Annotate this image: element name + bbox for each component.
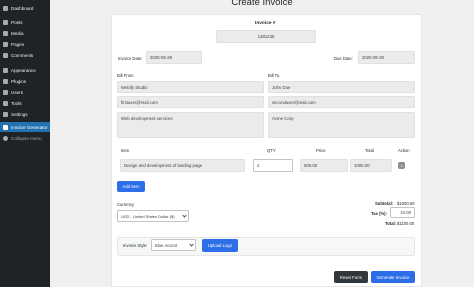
sidebar-item-label: Dashboard: [11, 5, 34, 11]
item-qty-field[interactable]: 2: [253, 159, 293, 172]
table-header-action: Action: [398, 148, 410, 153]
invoice-number-label: Invoice #: [255, 21, 276, 26]
item-total-field: 1000.00: [350, 159, 392, 172]
invoice-date-label: Invoice Date:: [118, 56, 143, 61]
sidebar-item-dashboard[interactable]: Dashboard: [0, 3, 50, 13]
page-icon: [3, 41, 8, 47]
collapse-arrow-icon: [3, 135, 8, 141]
currency-label: Currency: [117, 202, 134, 207]
delete-item-button[interactable]: ×: [398, 162, 405, 169]
bill-from-name-field[interactable]: Webify Studio: [117, 81, 264, 93]
table-header-qty: QTY: [267, 148, 276, 153]
bill-to-details-field[interactable]: Acme Corp: [268, 112, 415, 138]
table-header-price: Price: [316, 148, 326, 153]
bill-to-name-field[interactable]: John Doe: [268, 81, 415, 93]
pin-icon: [3, 19, 8, 25]
admin-sidebar: Dashboard Posts Media Pages Comments App…: [0, 0, 53, 287]
currency-select[interactable]: USD - United States Dollar ($): [117, 210, 189, 222]
bill-from-details-field[interactable]: Web development services: [117, 112, 264, 138]
plug-icon: [3, 78, 8, 84]
sidebar-item-label: Plugins: [11, 78, 27, 84]
sidebar-item-media[interactable]: Media: [0, 28, 50, 38]
bill-to-label: Bill To: [268, 73, 280, 78]
generate-invoice-button[interactable]: Generate Invoice: [371, 271, 415, 283]
tax-input[interactable]: 10.00: [390, 207, 415, 218]
invoice-style-selected-value: Blue Accent: [155, 242, 178, 248]
sidebar-item-label: Appearance: [11, 67, 36, 73]
subtotal-value: $1000.00: [397, 201, 415, 206]
add-item-button[interactable]: Add Item: [117, 181, 145, 192]
bill-from-email-field[interactable]: firstuser@mail.com: [117, 96, 264, 108]
media-icon: [3, 30, 8, 36]
invoice-icon: [3, 124, 8, 130]
reset-form-button[interactable]: Reset Form: [334, 271, 368, 283]
upload-logo-button[interactable]: Upload Logo: [202, 239, 238, 252]
invoice-style-label: Invoice Style: [123, 243, 147, 248]
currency-selected-value: USD - United States Dollar ($): [121, 213, 175, 219]
dashboard-icon: [3, 5, 8, 11]
sidebar-item-label: Users: [11, 89, 23, 95]
due-date-field[interactable]: 2025-05-30: [358, 51, 415, 64]
tax-label: Tax (%):: [371, 211, 387, 216]
brush-icon: [3, 67, 8, 73]
due-date-label: Due Date:: [334, 56, 353, 61]
sidebar-item-label: Settings: [11, 111, 28, 117]
sidebar-item-invoice-generator[interactable]: Invoice Generator: [0, 122, 53, 132]
invoice-number-field[interactable]: 1481235: [216, 30, 316, 43]
sidebar-item-label: Comments: [11, 52, 34, 58]
settings-icon: [3, 111, 8, 117]
table-header-item: Item: [121, 148, 130, 153]
bill-from-label: Bill From: [117, 73, 134, 78]
sidebar-item-label: Pages: [11, 41, 25, 47]
sidebar-item-label: Tools: [11, 100, 22, 106]
sidebar-item-comments[interactable]: Comments: [0, 50, 50, 60]
collapse-menu-label: Collapse menu: [11, 135, 42, 141]
page-title: Create Invoice: [231, 0, 293, 8]
wrench-icon: [3, 100, 8, 106]
total-value: $1100.00: [397, 221, 415, 226]
table-header-total: Total: [365, 148, 374, 153]
invoice-date-field[interactable]: 2025-05-29: [146, 51, 202, 64]
sidebar-item-tools[interactable]: Tools: [0, 98, 50, 108]
sidebar-item-plugins[interactable]: Plugins: [0, 76, 50, 86]
sidebar-item-label: Posts: [11, 19, 23, 25]
subtotal-label: Subtotal:: [375, 201, 394, 206]
sidebar-item-pages[interactable]: Pages: [0, 39, 50, 49]
sidebar-item-posts[interactable]: Posts: [0, 17, 50, 27]
sidebar-item-label: Media: [11, 30, 24, 36]
sidebar-item-users[interactable]: Users: [0, 87, 50, 97]
item-price-field[interactable]: 500.00: [300, 159, 348, 172]
bill-to-email-field[interactable]: seconduser@mail.com: [268, 96, 415, 108]
user-icon: [3, 89, 8, 95]
total-label: Total:: [385, 221, 397, 226]
comment-icon: [3, 52, 8, 58]
sidebar-item-label: Invoice Generator: [11, 124, 48, 130]
current-page-arrow-icon: [50, 124, 53, 130]
item-description-field[interactable]: Design and development of landing page: [120, 159, 245, 172]
sidebar-item-settings[interactable]: Settings: [0, 109, 50, 119]
sidebar-item-appearance[interactable]: Appearance: [0, 65, 50, 75]
collapse-menu-button[interactable]: Collapse menu: [0, 133, 50, 143]
